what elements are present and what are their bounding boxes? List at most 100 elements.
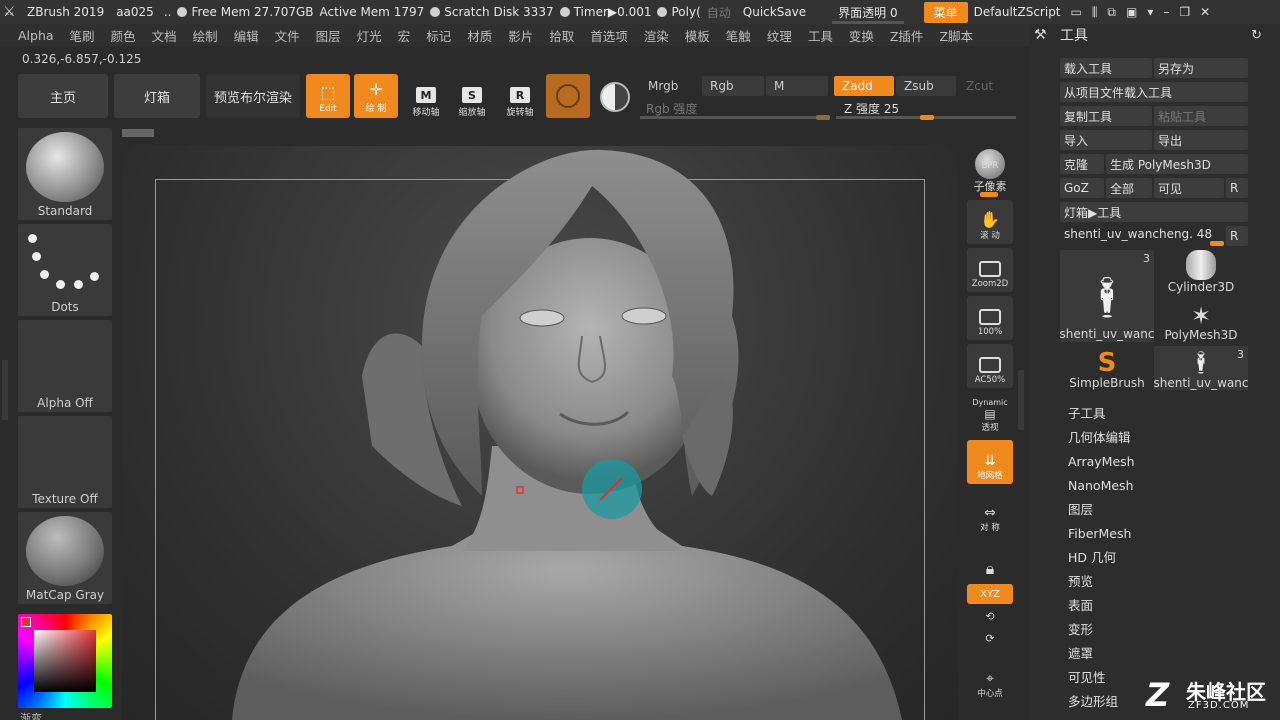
tool-subpalette-item[interactable]: NanoMesh — [1068, 474, 1268, 498]
menu-item[interactable]: Alpha — [18, 28, 54, 43]
tool-subpalette-item[interactable]: 预览 — [1068, 570, 1268, 594]
perspective-button[interactable]: Dynamic ▤ 透视 — [967, 392, 1013, 436]
menu-item[interactable]: 宏 — [398, 26, 411, 45]
m-button[interactable]: M — [766, 76, 828, 96]
rgb-intensity-slider[interactable] — [640, 116, 830, 119]
zadd-button[interactable]: Zadd — [834, 76, 894, 96]
zcut-button[interactable]: Zcut — [958, 76, 1018, 96]
help-icon[interactable]: ▾ — [1147, 5, 1153, 19]
tool-subpalette-item[interactable]: 子工具 — [1068, 402, 1268, 426]
clone-button[interactable]: 克隆 — [1060, 154, 1104, 174]
refresh-icon[interactable]: ↻ — [1251, 28, 1262, 43]
bpr-preview-button[interactable]: 预览布尔渲染 — [206, 74, 300, 118]
menu-item[interactable]: 颜色 — [111, 26, 136, 45]
canvas-scroll-tab[interactable] — [122, 129, 154, 137]
z-intensity-knob[interactable] — [920, 115, 934, 120]
goz-r-button[interactable]: R — [1226, 178, 1248, 198]
tool-subpalette-item[interactable]: 变形 — [1068, 618, 1268, 642]
tool-subpalette-item[interactable]: 表面 — [1068, 594, 1268, 618]
edit-button[interactable]: ⬚ Edit — [306, 74, 350, 118]
menu-item[interactable]: 编辑 — [234, 26, 259, 45]
move-button[interactable]: M 移动轴 — [404, 78, 448, 118]
sculpt-model[interactable] — [122, 146, 958, 720]
quicksave-button[interactable]: QuickSave — [743, 5, 806, 19]
default-zscript-button[interactable]: DefaultZScript — [974, 5, 1061, 19]
load-tool-button[interactable]: 载入工具 — [1060, 58, 1152, 78]
paste-tool-button[interactable]: 粘贴工具 — [1154, 106, 1248, 126]
rotate-button[interactable]: R 旋转轴 — [498, 78, 542, 118]
menu-item[interactable]: Z插件 — [890, 26, 924, 45]
ac50-button[interactable]: AC50% — [967, 344, 1013, 388]
tool-subpalette-item[interactable]: 图层 — [1068, 498, 1268, 522]
menu-item[interactable]: 笔触 — [726, 26, 751, 45]
tool-thumb-cylinder[interactable]: Cylinder3D — [1154, 250, 1248, 294]
layout-icon[interactable]: ▭ — [1071, 5, 1082, 19]
menu-item[interactable]: 渲染 — [644, 26, 669, 45]
xyz-rotate-button[interactable]: XYZ — [967, 584, 1013, 604]
tool-thumb-shenti-1[interactable]: 3 🕴︎ shenti_uv_wanc — [1060, 250, 1154, 342]
menu-item[interactable]: 工具 — [808, 26, 833, 45]
menu-item[interactable]: 图层 — [316, 26, 341, 45]
actual-size-button[interactable]: 100% — [967, 296, 1013, 340]
goz-visible-button[interactable]: 可见 — [1154, 178, 1224, 198]
import-button[interactable]: 导入 — [1060, 130, 1152, 150]
copy-tool-button[interactable]: 复制工具 — [1060, 106, 1152, 126]
menu-item[interactable]: 文件 — [275, 26, 300, 45]
center-point-button[interactable]: ⌖ 中心点 — [967, 658, 1013, 702]
lightbox-button[interactable]: 灯箱 — [114, 74, 200, 118]
menu-item[interactable]: 拾取 — [549, 26, 574, 45]
rgb-intensity-knob[interactable] — [816, 115, 830, 120]
export-button[interactable]: 导出 — [1154, 130, 1248, 150]
menu-item[interactable]: 笔刷 — [70, 26, 95, 45]
color-mode-icon[interactable] — [600, 82, 630, 112]
rotate-z-icon[interactable]: ⟳ — [962, 632, 1018, 645]
menu-item[interactable]: 变换 — [849, 26, 874, 45]
tool-subpalette-item[interactable]: HD 几何 — [1068, 546, 1268, 570]
current-tool-slider[interactable]: shenti_uv_wancheng. 48 — [1060, 224, 1224, 244]
tool-subpalette-item[interactable]: ArrayMesh — [1068, 450, 1268, 474]
stroke-selector[interactable]: Dots — [18, 224, 112, 316]
save-icon[interactable]: ▣ — [1126, 5, 1137, 19]
zsub-button[interactable]: Zsub — [896, 76, 956, 96]
material-selector[interactable]: MatCap Gray — [18, 512, 112, 604]
tool-subpalette-item[interactable]: 几何体编辑 — [1068, 426, 1268, 450]
alpha-selector[interactable]: Alpha Off — [18, 320, 112, 412]
symmetry-button[interactable]: ⇔ 对 称 — [967, 492, 1013, 536]
menu-item[interactable]: 文档 — [152, 26, 177, 45]
current-tool-knob[interactable] — [1210, 241, 1224, 246]
tool-thumb-shenti-2[interactable]: 3 🕴︎ shenti_uv_wanc — [1154, 346, 1248, 390]
menu-item[interactable]: 影片 — [508, 26, 533, 45]
menu-item[interactable]: 绘制 — [193, 26, 218, 45]
menu-item[interactable]: 模板 — [685, 26, 710, 45]
menu-item[interactable]: 灯光 — [357, 26, 382, 45]
ui-transparency-slider[interactable]: 界面透明 0 — [832, 4, 905, 24]
brush-selector[interactable]: Standard — [18, 128, 112, 220]
right-tray-handle[interactable] — [1018, 370, 1024, 430]
menu-item[interactable]: 首选项 — [590, 26, 628, 45]
tool-thumb-simplebrush[interactable]: S SimpleBrush — [1060, 346, 1154, 390]
document-canvas[interactable] — [122, 146, 958, 720]
columns-icon[interactable]: ⫼ — [1092, 5, 1098, 20]
save-as-button[interactable]: 另存为 — [1154, 58, 1248, 78]
menu-item[interactable]: 标记 — [426, 26, 451, 45]
subpixel-slider[interactable] — [980, 192, 998, 197]
scroll-button[interactable]: ✋ 滚 动 — [967, 200, 1013, 244]
main-color-swatch[interactable] — [21, 617, 31, 627]
scale-button[interactable]: S 缩放轴 — [450, 78, 494, 118]
load-from-project-button[interactable]: 从项目文件载入工具 — [1060, 82, 1248, 102]
tool-subpalette-item[interactable]: FiberMesh — [1068, 522, 1268, 546]
menu-button[interactable]: 菜单 — [923, 1, 968, 23]
menu-item[interactable]: 材质 — [467, 26, 492, 45]
material-button[interactable] — [546, 74, 590, 118]
current-tool-r-button[interactable]: R — [1226, 226, 1248, 246]
rgb-button[interactable]: Rgb — [702, 76, 764, 96]
minimize-icon[interactable]: – — [1163, 5, 1169, 19]
menu-item[interactable]: 纹理 — [767, 26, 792, 45]
left-tray-handle[interactable] — [2, 360, 8, 420]
mrgb-button[interactable]: Mrgb — [640, 76, 700, 96]
lightbox-tool-button[interactable]: 灯箱▶工具 — [1060, 202, 1248, 222]
goz-all-button[interactable]: 全部 — [1106, 178, 1152, 198]
draw-button[interactable]: ✛ 绘 制 — [354, 74, 398, 118]
menu-item[interactable]: Z脚本 — [939, 26, 973, 45]
close-icon[interactable]: ✕ — [1200, 5, 1210, 19]
